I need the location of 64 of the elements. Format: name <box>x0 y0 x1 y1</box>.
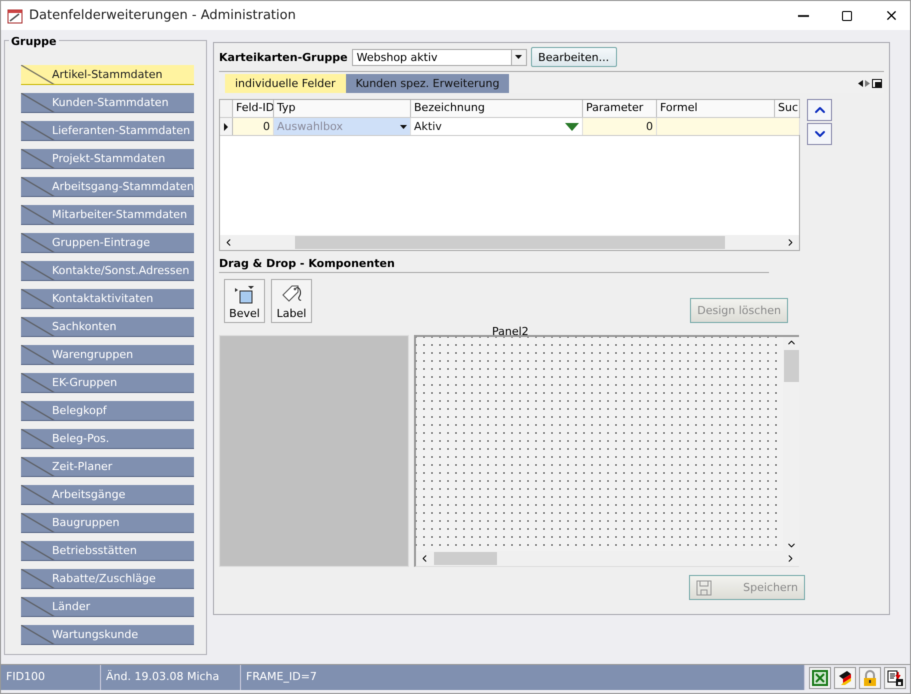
triangle-icon <box>565 122 579 130</box>
sidebar-item[interactable]: Warengruppen <box>21 345 194 365</box>
sidebar-item[interactable]: Rabatte/Zuschläge <box>21 569 194 589</box>
scrollbar-thumb[interactable] <box>434 552 497 565</box>
square-icon <box>234 285 254 305</box>
sidebar-item[interactable]: Wartungskunde <box>21 625 194 645</box>
dropdown-arrow-icon <box>400 124 407 128</box>
column-header[interactable]: Suc <box>775 100 800 117</box>
component-button[interactable]: Label <box>271 279 312 323</box>
maximize-icon <box>841 10 853 22</box>
group-dropdown[interactable]: Webshop aktiv <box>352 48 527 66</box>
sidebar-item[interactable]: Betriebsstätten <box>21 541 194 561</box>
tab-menu-icon[interactable] <box>872 79 882 88</box>
column-header[interactable]: Formel <box>657 100 775 117</box>
move-down-button[interactable] <box>807 123 832 145</box>
component-button[interactable]: Bevel <box>224 279 265 323</box>
tab[interactable]: individuelle Felder <box>225 74 346 93</box>
scrollbar-thumb[interactable] <box>784 350 798 382</box>
sidebar-item[interactable]: Belegkopf <box>21 401 194 421</box>
sidebar-item[interactable]: Projekt-Stammdaten <box>21 149 194 169</box>
dropdown-arrow-icon <box>515 55 522 59</box>
app-icon <box>7 8 23 24</box>
tab-left-icon[interactable] <box>858 80 863 87</box>
sidebar-item[interactable]: Artikel-Stammdaten <box>21 65 194 85</box>
group-label: Karteikarten-Gruppe <box>219 50 348 64</box>
row-pointer-icon <box>224 122 228 130</box>
sidebar-item[interactable]: Mitarbeiter-Stammdaten <box>21 205 194 225</box>
scrollbar-thumb[interactable] <box>294 236 724 249</box>
section-title: Drag & Drop - Komponenten <box>219 257 769 273</box>
column-header[interactable]: Typ <box>274 100 411 117</box>
sidebar-item[interactable]: Arbeitsgang-Stammdaten <box>21 177 194 197</box>
row-indicator[interactable] <box>220 118 233 135</box>
minimize-icon <box>798 14 808 16</box>
save-document-icon[interactable] <box>884 666 906 688</box>
table-cell: 0 <box>583 118 657 135</box>
flag-icon[interactable] <box>834 666 856 688</box>
tab-right-icon[interactable] <box>865 80 870 87</box>
status-field: FID100 <box>1 665 101 690</box>
sidebar-item[interactable]: Länder <box>21 597 194 617</box>
sidebar-item[interactable]: Kunden-Stammdaten <box>21 93 194 113</box>
type-dropdown-cell[interactable]: Auswahlbox <box>274 118 411 135</box>
horizontal-scrollbar[interactable] <box>220 235 799 250</box>
spreadsheet-icon[interactable] <box>809 666 831 688</box>
column-header[interactable]: Bezeichnung <box>411 100 583 117</box>
sidebar-item[interactable]: Arbeitsgänge <box>21 485 194 505</box>
sidebar-item[interactable]: EK-Gruppen <box>21 373 194 393</box>
sidebar-item[interactable]: Beleg-Pos. <box>21 429 194 449</box>
sidebar-item[interactable]: Zeit-Planer <box>21 457 194 477</box>
sidebar-item[interactable]: Gruppen-Eintrage <box>21 233 194 253</box>
sidebar-item[interactable]: Kontakte/Sonst.Adressen <box>21 261 194 281</box>
name-cell[interactable]: Aktiv <box>411 118 583 135</box>
sidebar-item[interactable]: Lieferanten-Stammdaten <box>21 121 194 141</box>
group-title: Gruppe <box>9 35 58 48</box>
status-field: Änd. 19.03.08 Micha <box>101 665 241 690</box>
sidebar-item[interactable]: Kontaktaktivitaten <box>21 289 194 309</box>
tab[interactable]: Kunden spez. Erweiterung <box>346 74 510 93</box>
sidebar-item[interactable]: Sachkonten <box>21 317 194 337</box>
sidebar-item[interactable]: Baugruppen <box>21 513 194 533</box>
column-header[interactable]: Parameter <box>583 100 657 117</box>
edit-button[interactable]: Bearbeiten... <box>530 47 617 67</box>
move-up-button[interactable] <box>807 99 832 121</box>
window-title: Datenfelderweiterungen - Administration <box>29 8 297 23</box>
panel-label: Panel2 <box>492 326 529 335</box>
table-cell: 0 <box>233 118 274 135</box>
